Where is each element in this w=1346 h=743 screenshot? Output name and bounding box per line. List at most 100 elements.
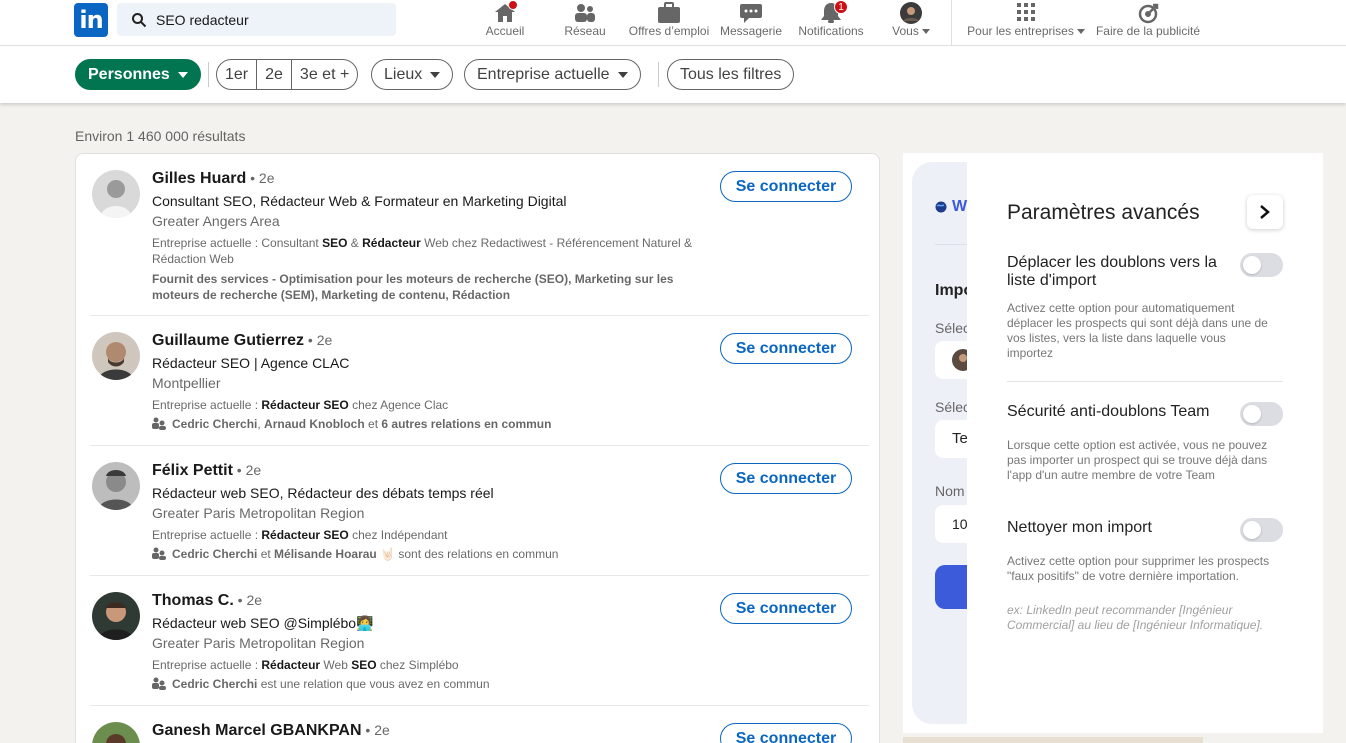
extension-divider [935,244,970,245]
mutual-connections-icon [152,677,166,690]
nav-publicite[interactable]: Faire de la publicité [1092,0,1204,46]
filter-entreprise[interactable]: Entreprise actuelle [464,59,641,90]
connection-degree: • 2e [232,462,262,478]
panel-divider [1007,381,1283,382]
nav-label: Réseau [564,24,606,38]
chevron-down-icon [921,29,930,35]
avatar[interactable] [92,592,140,640]
nav-accueil[interactable]: Accueil [470,0,540,46]
nav-label: Notifications [798,24,864,38]
globe-icon [935,201,947,213]
filter-1er[interactable]: 1er [217,60,256,89]
nav-label: Accueil [485,24,525,38]
person-name[interactable]: Ganesh Marcel GBANKPAN • 2e [152,722,390,740]
extension-label-number: Nom [935,483,965,499]
connection-degree: • 2e [246,170,275,186]
advanced-settings-panel: Paramètres avancés Déplacer les doublons… [967,153,1323,733]
filter-lieux[interactable]: Lieux [371,59,454,90]
toggle-move-duplicates[interactable] [1240,253,1283,277]
mutual-connections-icon [152,417,166,430]
option-description: Activez cette option pour supprimer les … [1007,554,1270,583]
nav-reseau[interactable]: Réseau [555,0,615,46]
filter-degree-group: 1er 2e 3e et + [216,59,359,90]
option-description: Activez cette option pour automatiquemen… [1007,301,1268,360]
nav-label-vous: Vous [884,24,938,38]
filter-divider [658,62,659,87]
option-title: Déplacer les doublons vers la liste d'im… [1007,254,1217,289]
nav-label: Offres d’emploi [628,24,710,38]
list-item: Ganesh Marcel GBANKPAN • 2e Se connecter [76,706,879,743]
nav-divider [951,0,952,46]
toggle-team-duplicates[interactable] [1240,402,1283,426]
ads-icon [1138,3,1159,24]
option-example: ex: LinkedIn peut recommander [Ingénieur… [1007,603,1264,632]
person-headline: Rédacteur web SEO @Simplébo👩‍💻 [152,615,374,631]
filter-personnes[interactable]: Personnes [75,59,201,90]
nav-entreprises[interactable]: Pour les entreprises [962,0,1090,46]
person-location: Greater Paris Metropolitan Region [152,505,365,521]
filter-label: Entreprise actuelle [477,66,610,83]
extension-label-select-2: Sélec [935,399,971,415]
grid-icon [1017,3,1035,21]
person-location: Greater Angers Area [152,213,280,229]
connect-button[interactable]: Se connecter [720,171,852,202]
person-headline: Rédacteur web SEO, Rédacteur des débats … [152,485,494,501]
nav-label: Faire de la publicité [1095,24,1201,38]
person-name[interactable]: Gilles Huard • 2e [152,170,275,188]
search-icon [132,13,147,28]
nav-messagerie[interactable]: Messagerie [716,0,786,46]
connection-degree: • 2e [233,592,263,608]
toggle-knob [1243,521,1261,539]
briefcase-icon [658,2,680,23]
person-name[interactable]: Guillaume Gutierrez • 2e [152,332,332,350]
connect-button[interactable]: Se connecter [720,463,852,494]
mutual-connections[interactable]: Cedric Cherchi et Mélisande Hoarau 🤘🏻 so… [152,547,558,561]
avatar[interactable] [92,332,140,380]
filter-2e[interactable]: 2e [256,60,291,89]
search-input[interactable]: SEO redacteur [117,3,396,36]
filter-3e[interactable]: 3e et + [290,60,357,89]
person-headline: Consultant SEO, Rédacteur Web & Formateu… [152,193,567,209]
person-headline: Rédacteur SEO | Agence CLAC [152,355,350,371]
toggle-clean-import[interactable] [1240,518,1283,542]
person-name[interactable]: Thomas C. • 2e [152,592,262,610]
avatar[interactable] [92,170,140,218]
filter-label: Personnes [88,66,170,83]
list-item: Thomas C. • 2e Rédacteur web SEO @Simplé… [76,576,879,706]
filter-label: Lieux [384,66,423,83]
chevron-down-icon [177,71,188,78]
current-company: Entreprise actuelle : Consultant SEO & R… [152,236,693,266]
linkedin-logo-icon[interactable]: in [74,3,108,37]
option-title: Sécurité anti-doublons Team [1007,403,1210,420]
list-item: Félix Pettit • 2e Rédacteur web SEO, Réd… [76,446,879,576]
person-name[interactable]: Félix Pettit • 2e [152,462,261,480]
mutual-connections[interactable]: Cedric Cherchi, Arnaud Knobloch et 6 aut… [152,417,551,431]
mutual-connections-icon [152,547,166,560]
extension-number-value: 10 [952,516,968,532]
close-panel-button[interactable] [1247,195,1283,229]
list-item: Guillaume Gutierrez • 2e Rédacteur SEO |… [76,316,879,446]
current-company: Entreprise actuelle : Rédacteur SEO chez… [152,398,449,412]
connect-button[interactable]: Se connecter [720,333,852,364]
toggle-knob [1243,256,1261,274]
search-value: SEO redacteur [156,12,249,28]
nav-vous[interactable]: Vous [884,0,938,46]
nav-notifications[interactable]: 1 Notifications [792,0,870,46]
background-strip [903,737,1203,743]
avatar[interactable] [92,722,140,743]
nav-offres[interactable]: Offres d’emploi [622,0,716,46]
mutual-connections[interactable]: Cedric Cherchi est une relation que vous… [152,677,490,691]
current-company: Entreprise actuelle : Rédacteur SEO chez… [152,528,448,542]
panel-title: Paramètres avancés [1007,201,1200,224]
connect-button[interactable]: Se connecter [720,593,852,624]
avatar[interactable] [92,462,140,510]
network-icon [575,4,595,22]
connection-degree: • 2e [361,722,390,738]
connect-button[interactable]: Se connecter [720,723,852,743]
filter-all[interactable]: Tous les filtres [667,59,795,90]
extension-brand: W [952,198,968,215]
nav-label: Messagerie [719,24,783,38]
extension-select-value: Te [952,430,968,447]
filter-bar: Personnes 1er 2e 3e et + Lieux Entrepris… [0,46,1346,103]
option-description: Lorsque cette option est activée, vous n… [1007,438,1268,482]
